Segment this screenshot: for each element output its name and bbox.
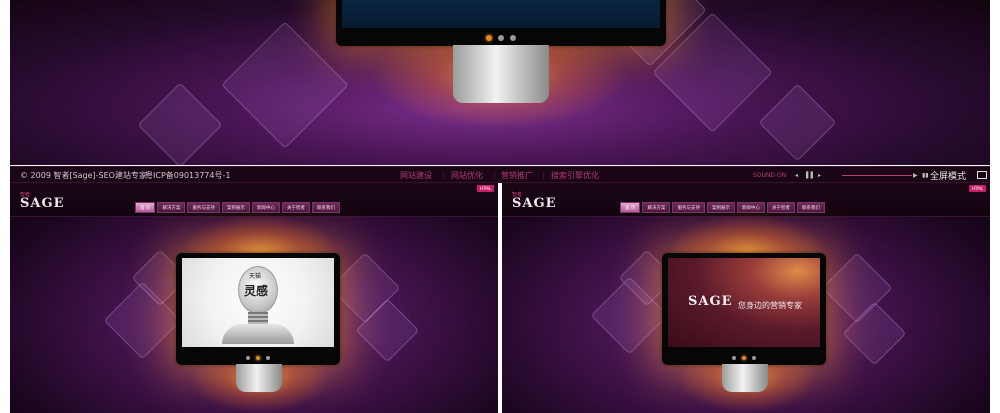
- decor-diamond: [137, 82, 223, 165]
- slide-dot[interactable]: [732, 356, 736, 360]
- right-monitor: SAGE 您身边的营销专家: [662, 253, 826, 365]
- left-preview-panel: 智者 SAGE 首 页 解决方案 服务与支持 案例展示 新闻中心 关于智者 联系…: [10, 183, 498, 413]
- nav-item-home[interactable]: 首 页: [135, 202, 156, 213]
- footer-link[interactable]: 网站优化: [451, 170, 483, 181]
- footer-bar: © 2009 智者[Sage]-SEO建站专家 粤ICP备09013774号-1…: [10, 166, 990, 183]
- fullscreen-label[interactable]: 全屏模式: [930, 169, 966, 182]
- slide-dot[interactable]: [266, 356, 270, 360]
- html-badge[interactable]: HTML: [476, 185, 494, 192]
- volume-icon[interactable]: ▮▮: [922, 172, 929, 179]
- nav-item-news[interactable]: 新闻中心: [251, 202, 280, 213]
- nav-item-home[interactable]: 首 页: [620, 202, 641, 213]
- main-nav: 首 页 解决方案 服务与支持 案例展示 新闻中心 关于智者 联系我们: [620, 202, 825, 213]
- nav-item-cases[interactable]: 案例展示: [221, 202, 250, 213]
- nav-item-contact[interactable]: 联系我们: [796, 202, 825, 213]
- left-monitor: 天猫 灵感: [176, 253, 340, 365]
- site-logo[interactable]: SAGE: [20, 196, 65, 211]
- nav-item-about[interactable]: 关于智者: [766, 202, 795, 213]
- footer-link[interactable]: 营销推广: [501, 170, 533, 181]
- nav-item-solutions[interactable]: 解决方案: [642, 202, 671, 213]
- hero-panel: [10, 0, 990, 165]
- next-icon[interactable]: ▸: [818, 172, 821, 179]
- nav-item-support[interactable]: 服务与支持: [672, 202, 705, 213]
- slide-dot[interactable]: [742, 356, 746, 360]
- prev-icon[interactable]: ◂: [795, 172, 798, 179]
- site-header: 智者 SAGE 首 页 解决方案 服务与支持 案例展示 新闻中心 关于智者 联系…: [10, 183, 498, 217]
- nav-item-support[interactable]: 服务与支持: [187, 202, 220, 213]
- right-preview-panel: 智者 SAGE 首 页 解决方案 服务与支持 案例展示 新闻中心 关于智者 联系…: [502, 183, 990, 413]
- pause-icon[interactable]: ▌▌: [806, 172, 815, 179]
- site-header: 智者 SAGE 首 页 解决方案 服务与支持 案例展示 新闻中心 关于智者 联系…: [502, 183, 990, 217]
- monitor-stand: [236, 364, 282, 392]
- nav-item-cases[interactable]: 案例展示: [706, 202, 735, 213]
- hero-monitor: [336, 0, 666, 46]
- hero-screen: [342, 0, 660, 28]
- html-badge[interactable]: HTML: [968, 185, 986, 192]
- bulb-small-text: 天猫: [249, 273, 262, 280]
- slide-dots: [486, 35, 516, 41]
- slide-dot[interactable]: [752, 356, 756, 360]
- monitor-stand: [722, 364, 768, 392]
- footer-separator: |: [542, 170, 545, 179]
- slogan-text: 您身边的营销专家: [738, 301, 802, 310]
- decor-diamond: [221, 21, 349, 149]
- sound-toggle[interactable]: SOUND ON: [753, 172, 786, 179]
- nav-item-solutions[interactable]: 解决方案: [157, 202, 186, 213]
- nav-item-news[interactable]: 新闻中心: [736, 202, 765, 213]
- slide-dots: [246, 356, 270, 360]
- nav-item-contact[interactable]: 联系我们: [311, 202, 340, 213]
- volume-slider[interactable]: [842, 175, 912, 176]
- monitor-stand: [453, 45, 549, 103]
- left-screen: 天猫 灵感: [182, 258, 334, 347]
- person-shoulders: [222, 324, 294, 344]
- nav-item-about[interactable]: 关于智者: [281, 202, 310, 213]
- slide-dot[interactable]: [486, 35, 492, 41]
- main-nav: 首 页 解决方案 服务与支持 案例展示 新闻中心 关于智者 联系我们: [135, 202, 340, 213]
- slide-dots: [732, 356, 756, 360]
- slide-dot[interactable]: [246, 356, 250, 360]
- icp-text: 粤ICP备09013774号-1: [145, 171, 231, 180]
- footer-link[interactable]: 网站建设: [400, 170, 432, 181]
- site-logo[interactable]: SAGE: [512, 196, 557, 211]
- play-icon[interactable]: ▶: [913, 172, 918, 179]
- fullscreen-icon[interactable]: [977, 171, 987, 179]
- right-screen: SAGE 您身边的营销专家: [668, 258, 820, 347]
- slide-dot[interactable]: [498, 35, 504, 41]
- slide-dot[interactable]: [510, 35, 516, 41]
- screen-logo: SAGE: [688, 294, 733, 309]
- decor-diamond: [758, 83, 837, 162]
- footer-separator: |: [493, 170, 496, 179]
- footer-link[interactable]: 搜索引擎优化: [551, 170, 599, 181]
- slide-dot[interactable]: [256, 356, 260, 360]
- copyright-text: © 2009 智者[Sage]-SEO建站专家: [20, 171, 147, 180]
- bulb-text: 灵感: [244, 284, 269, 298]
- footer-separator: |: [442, 170, 445, 179]
